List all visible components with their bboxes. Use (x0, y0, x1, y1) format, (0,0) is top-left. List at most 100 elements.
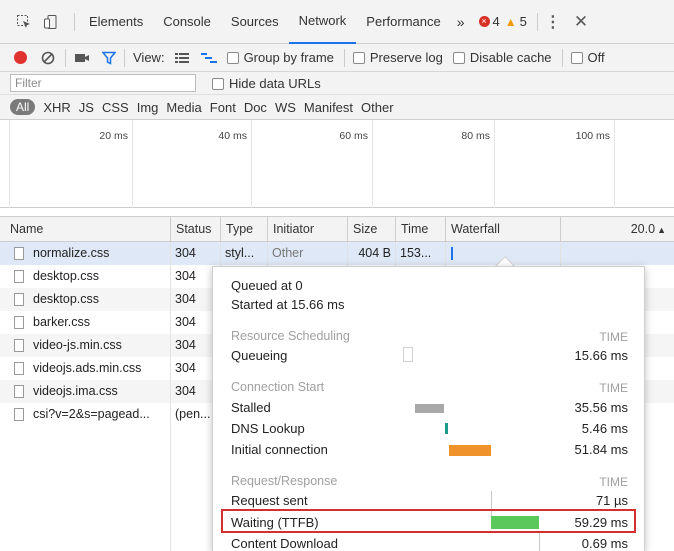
request-time: 153... (400, 246, 432, 260)
tab-console[interactable]: Console (153, 0, 221, 44)
type-filter-other[interactable]: Other (361, 100, 394, 115)
preserve-log-label: Preserve log (369, 50, 443, 65)
sort-ascending-icon: ▲ (657, 225, 666, 235)
overview-divider (251, 120, 252, 208)
timeline-overview[interactable]: 20 ms 40 ms 60 ms 80 ms 100 ms (0, 120, 674, 208)
screenshot-camera-icon[interactable] (74, 52, 90, 64)
column-divider (560, 242, 561, 266)
type-filter-doc[interactable]: Doc (244, 100, 267, 115)
filter-funnel-icon[interactable] (102, 51, 116, 65)
document-icon (14, 247, 24, 260)
overview-tick-label: 20 ms (99, 130, 128, 142)
initial-connection-value: 51.84 ms (574, 442, 628, 457)
waterfall-view-icon[interactable] (200, 52, 217, 64)
record-icon[interactable] (14, 51, 27, 64)
request-initiator: Other (272, 246, 304, 260)
type-filter-manifest[interactable]: Manifest (304, 100, 353, 115)
type-filter-img[interactable]: Img (137, 100, 159, 115)
column-divider (445, 242, 446, 266)
type-filter-media[interactable]: Media (166, 100, 201, 115)
timeline-guide-line (539, 533, 540, 551)
separator (124, 48, 125, 67)
large-rows-icon[interactable] (174, 52, 189, 64)
column-divider (267, 242, 268, 266)
request-name: normalize.css (33, 246, 110, 260)
disable-cache-checkbox[interactable]: Disable cache (452, 50, 552, 65)
group-by-frame-checkbox[interactable]: Group by frame (226, 50, 334, 65)
inspect-element-icon[interactable] (14, 12, 34, 32)
waterfall-scale-header[interactable]: 20.0 ▲ (560, 217, 674, 242)
separator (74, 12, 75, 31)
waterfall-bar[interactable] (451, 247, 453, 260)
request-name: video-js.min.css (33, 338, 122, 352)
type-filter-js[interactable]: JS (79, 100, 94, 115)
column-waterfall[interactable]: Waterfall (445, 217, 560, 242)
preserve-log-checkbox[interactable]: Preserve log (352, 50, 443, 65)
stalled-label: Stalled (231, 400, 271, 415)
warning-count: 5 (519, 14, 527, 29)
filter-bar: Hide data URLs (0, 72, 674, 95)
kebab-menu-icon[interactable]: ⋮ (545, 12, 561, 32)
tab-performance[interactable]: Performance (356, 0, 450, 44)
dns-lookup-label: DNS Lookup (231, 421, 305, 436)
warning-icon: ▲ (504, 14, 517, 29)
overview-tick-label: 60 ms (339, 130, 368, 142)
column-name[interactable]: Name (0, 217, 170, 242)
devtools-tab-bar: Elements Console Sources Network Perform… (0, 0, 674, 44)
type-filter-xhr[interactable]: XHR (43, 100, 70, 115)
type-filter-all[interactable]: All (10, 99, 36, 115)
column-time[interactable]: Time (395, 217, 445, 242)
resource-type-filter-bar: All XHR JS CSS Img Media Font Doc WS Man… (0, 95, 674, 120)
started-at-text: Started at 15.66 ms (231, 297, 345, 312)
column-size[interactable]: Size (347, 217, 395, 242)
tab-elements[interactable]: Elements (79, 0, 153, 44)
overview-tick-label: 100 ms (575, 130, 610, 142)
document-icon (14, 316, 24, 329)
stalled-bar (415, 404, 444, 413)
checkbox-box (226, 52, 239, 64)
request-name: csi?v=2&s=pagead... (33, 407, 150, 421)
column-type[interactable]: Type (220, 217, 267, 242)
overview-gap (0, 208, 674, 216)
table-row[interactable]: normalize.css 304 styl... Other 404 B 15… (0, 242, 674, 265)
separator (343, 48, 345, 67)
type-filter-css[interactable]: CSS (102, 100, 129, 115)
column-status[interactable]: Status (170, 217, 220, 242)
request-name: videojs.ads.min.css (33, 361, 142, 375)
filter-input[interactable] (10, 74, 196, 92)
request-status: 304 (175, 292, 196, 306)
type-filter-font[interactable]: Font (210, 100, 236, 115)
hide-data-urls-checkbox[interactable]: Hide data URLs (212, 76, 321, 91)
hide-data-urls-label: Hide data URLs (229, 75, 321, 91)
document-icon (14, 270, 24, 283)
overview-divider (9, 120, 10, 208)
request-name: desktop.css (33, 292, 100, 306)
separator (536, 12, 538, 31)
more-tabs-button[interactable]: » (451, 0, 471, 44)
error-icon: × (478, 16, 490, 27)
request-name: videojs.ima.css (33, 384, 118, 398)
ttfb-highlight-box (221, 509, 636, 533)
offline-checkbox[interactable]: Off (570, 50, 605, 65)
queueing-bar (403, 347, 413, 362)
tab-sources[interactable]: Sources (221, 0, 289, 44)
document-icon (14, 293, 24, 306)
overview-tick-label: 80 ms (461, 130, 490, 142)
overview-tick-label: 40 ms (218, 130, 247, 142)
column-initiator[interactable]: Initiator (267, 217, 347, 242)
tab-network[interactable]: Network (288, 0, 357, 44)
time-column-header: TIME (599, 475, 628, 489)
separator (65, 48, 66, 67)
error-counter[interactable]: × 4 ▲ 5 (478, 14, 527, 29)
type-filter-ws[interactable]: WS (275, 100, 296, 115)
close-icon[interactable]: ✕ (574, 12, 588, 32)
device-toolbar-icon[interactable] (40, 12, 62, 32)
queueing-value: 15.66 ms (574, 348, 628, 363)
request-size: 404 B (358, 246, 391, 260)
view-label: View: (133, 50, 165, 65)
clear-icon[interactable] (41, 51, 55, 65)
group-by-frame-label: Group by frame (243, 50, 334, 65)
request-status: 304 (175, 338, 196, 352)
overview-divider (494, 120, 495, 208)
request-sent-label: Request sent (231, 493, 308, 508)
